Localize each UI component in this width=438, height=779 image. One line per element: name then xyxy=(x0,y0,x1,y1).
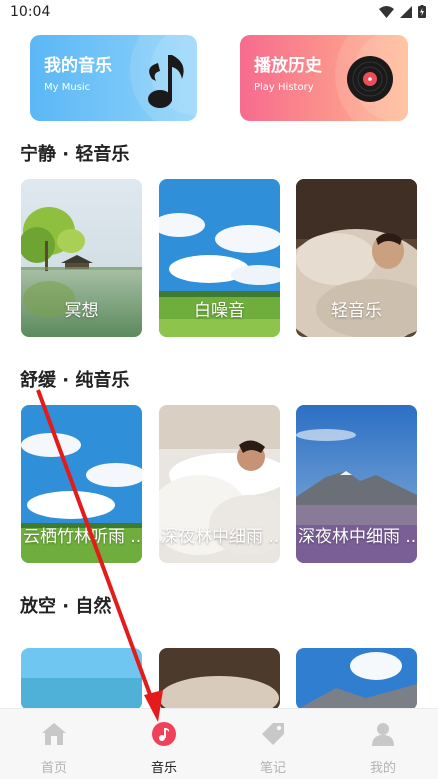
tile-white-noise[interactable]: 白噪音 xyxy=(159,179,280,337)
nav-profile[interactable]: 我的 xyxy=(353,721,413,776)
tile-bamboo-rain[interactable]: 云栖竹林听雨 ... xyxy=(21,405,142,563)
tile-label: 白噪音 xyxy=(194,301,245,321)
tag-icon xyxy=(262,723,284,745)
tile-label: 冥想 xyxy=(64,301,99,321)
home-icon xyxy=(42,723,66,745)
user-icon xyxy=(372,723,394,746)
tile-soft-music[interactable]: 轻音乐 xyxy=(296,179,417,337)
nav-home[interactable]: 首页 xyxy=(24,721,84,776)
tile-beach[interactable] xyxy=(21,648,142,710)
section-title-light-music: 宁静 · 轻音乐 xyxy=(20,144,130,165)
beach-image xyxy=(21,648,142,710)
tile-night-forest-rain-1[interactable]: 深夜林中细雨 ... xyxy=(159,405,280,563)
nav-label: 我的 xyxy=(369,761,396,776)
mountain-cloud-image xyxy=(296,648,417,710)
nav-label: 首页 xyxy=(40,761,67,776)
play-history-card[interactable]: 播放历史 Play History xyxy=(240,35,408,121)
bottom-navigation: 首页 音乐 笔记 我的 xyxy=(0,708,438,779)
battery-icon xyxy=(418,5,426,18)
music-icon xyxy=(152,722,176,746)
section-title-pure-music: 舒缓 · 纯音乐 xyxy=(20,370,130,391)
nav-label: 笔记 xyxy=(259,761,286,776)
sleeping-person-image xyxy=(159,648,280,710)
status-bar: 10:04 xyxy=(0,0,438,26)
nav-label: 音乐 xyxy=(150,761,177,776)
my-music-title: 我的音乐 xyxy=(44,56,112,76)
section-title-nature: 放空 · 自然 xyxy=(20,596,112,617)
play-history-subtitle: Play History xyxy=(254,82,314,93)
vinyl-record-icon xyxy=(347,56,393,102)
status-icons xyxy=(379,5,426,18)
play-history-title: 播放历史 xyxy=(254,56,322,76)
tile-label: 深夜林中细雨 ... xyxy=(298,527,417,547)
my-music-subtitle: My Music xyxy=(44,82,91,93)
tile-sleep-2[interactable] xyxy=(159,648,280,710)
nav-music[interactable]: 音乐 xyxy=(134,721,194,776)
music-note-icon xyxy=(148,55,184,108)
tile-label: 深夜林中细雨 ... xyxy=(161,527,280,547)
tile-meditation[interactable]: 冥想 xyxy=(21,179,142,337)
tile-night-forest-rain-2[interactable]: 深夜林中细雨 ... xyxy=(296,405,417,563)
signal-icon xyxy=(400,5,412,18)
status-time: 10:04 xyxy=(10,4,51,20)
nav-notes[interactable]: 笔记 xyxy=(243,721,303,776)
tile-label: 云栖竹林听雨 ... xyxy=(23,527,142,547)
tile-label: 轻音乐 xyxy=(331,301,382,321)
tile-mountain-2[interactable] xyxy=(296,648,417,710)
my-music-card[interactable]: 我的音乐 My Music xyxy=(30,35,197,121)
wifi-icon xyxy=(379,5,394,18)
